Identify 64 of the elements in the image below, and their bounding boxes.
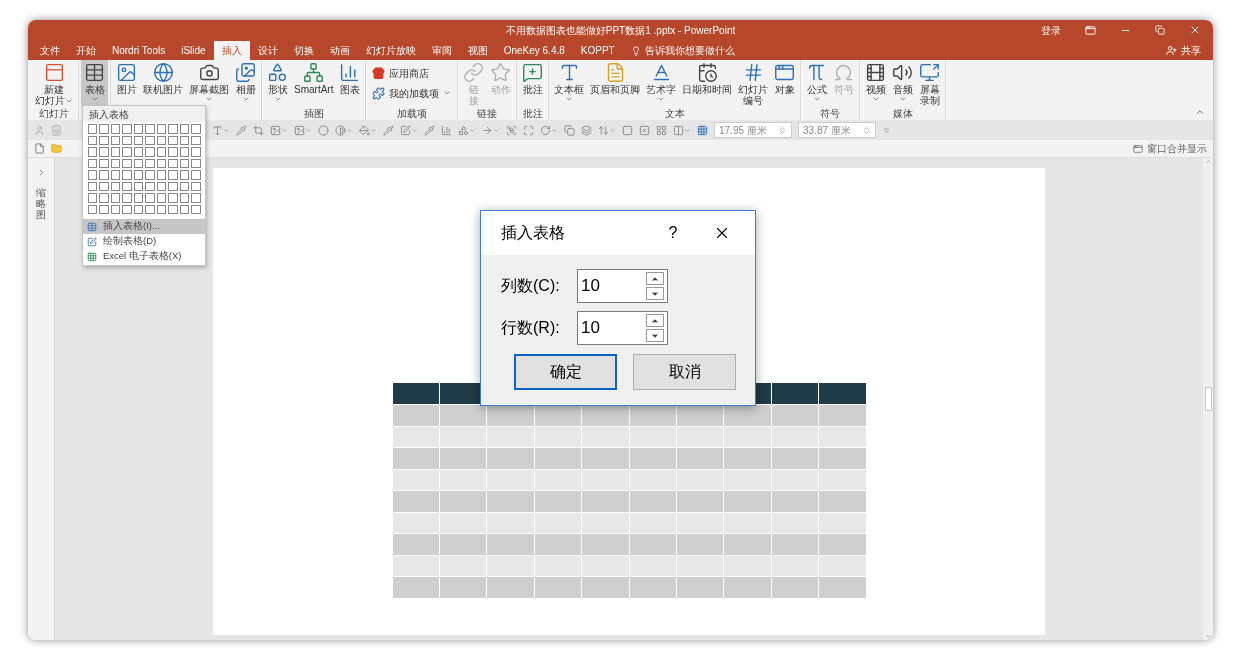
thumbnail-pane[interactable]: 缩略图	[28, 158, 55, 640]
ribbon-button[interactable]: 幻灯片 编号	[735, 60, 772, 107]
height-field[interactable]: 33.87 厘米	[798, 122, 876, 138]
group-label: 幻灯片	[39, 108, 69, 119]
ribbon-tab[interactable]: 动画	[321, 41, 358, 60]
menu-header: 插入表格	[89, 107, 129, 122]
dialog-button[interactable]: 取消	[633, 354, 736, 390]
merge-windows-button[interactable]: 窗口合并显示	[1133, 141, 1207, 156]
sign-in-link[interactable]: 登录	[1029, 22, 1073, 38]
ribbon-button[interactable]: 对象	[771, 60, 799, 107]
ribbon-button[interactable]: 表格	[81, 60, 108, 107]
ribbon-button[interactable]: 形状	[264, 60, 291, 107]
ribbon-tab[interactable]: Nordri Tools	[104, 41, 174, 60]
ribbon-tab[interactable]: 插入	[213, 41, 250, 60]
help-button[interactable]: ?	[661, 221, 685, 245]
menu-item[interactable]: 绘制表格(D)	[83, 234, 205, 249]
group-label: 文本	[664, 108, 685, 119]
ribbon-button[interactable]: 屏幕截图	[186, 60, 232, 107]
ribbon-tab[interactable]: OneKey 6.4.8	[495, 41, 573, 60]
ribbon-button[interactable]: 新建 幻灯片	[32, 60, 76, 107]
dialog-title: 插入表格	[501, 223, 565, 243]
window-title: 不用数据图表也能做好PPT数据1 .pptx - PowerPoint	[505, 23, 736, 38]
menu-item[interactable]: Excel 电子表格(X)	[83, 249, 205, 264]
ribbon-button[interactable]: 艺术字	[643, 60, 680, 107]
ribbon-tab[interactable]: 开始	[68, 41, 104, 60]
ribbon-button[interactable]: 文本框	[551, 60, 588, 107]
ribbon-button[interactable]: 视频	[862, 60, 890, 107]
group-label: 链接	[477, 108, 498, 119]
ribbon-button[interactable]: 应用商店	[368, 63, 456, 83]
ribbon-button[interactable]: 相册	[232, 60, 259, 107]
menu-item[interactable]: 插入表格(I)...	[83, 219, 205, 234]
number-spinner[interactable]: 10	[577, 311, 668, 345]
ribbon-tab[interactable]: 设计	[249, 41, 286, 60]
ribbon-button[interactable]: 图表	[336, 60, 364, 107]
ribbon-tab[interactable]: 文件	[32, 41, 68, 60]
ribbon-button[interactable]: 图片	[113, 60, 140, 107]
group-label: 媒体	[892, 108, 913, 119]
ribbon-button[interactable]: 联机图片	[140, 60, 186, 107]
field-label: 行数(R):	[501, 318, 561, 338]
ribbon-button[interactable]: 我的加载项	[368, 83, 456, 103]
ribbon-button[interactable]: SmartArt	[291, 60, 337, 107]
dialog-button[interactable]: 确定	[514, 354, 617, 390]
group-label: 加载项	[396, 108, 427, 119]
tell-me-field[interactable]: 告诉我你想要做什么	[644, 43, 735, 58]
ribbon-button[interactable]: 公式	[803, 60, 831, 107]
field-label: 列数(C):	[501, 276, 561, 296]
ribbon-tab[interactable]: 幻灯片放映	[357, 41, 424, 60]
ribbon-button[interactable]: 音频	[889, 60, 917, 107]
pane-label: 缩略图	[36, 187, 46, 220]
group-label: 符号	[820, 108, 841, 119]
ribbon-tab[interactable]: 切换	[285, 41, 322, 60]
ribbon-tab[interactable]: 视图	[459, 41, 496, 60]
ribbon-button[interactable]: 日期和时间	[679, 60, 736, 107]
ribbon-tab[interactable]: 审阅	[423, 41, 460, 60]
group-label: 插图	[303, 108, 324, 119]
ribbon-button[interactable]: 页眉和页脚	[587, 60, 644, 107]
ribbon-tab[interactable]: iSlide	[173, 41, 214, 60]
ribbon-button[interactable]: 屏幕 录制	[916, 60, 944, 107]
width-field[interactable]: 17.95 厘米	[714, 122, 792, 138]
number-spinner[interactable]: 10	[577, 269, 668, 303]
share-button[interactable]: 共享	[1166, 41, 1201, 60]
ribbon-tab[interactable]: KOPPT	[572, 41, 623, 60]
ribbon-button[interactable]: 批注	[519, 60, 547, 107]
group-label: 批注	[522, 108, 543, 119]
